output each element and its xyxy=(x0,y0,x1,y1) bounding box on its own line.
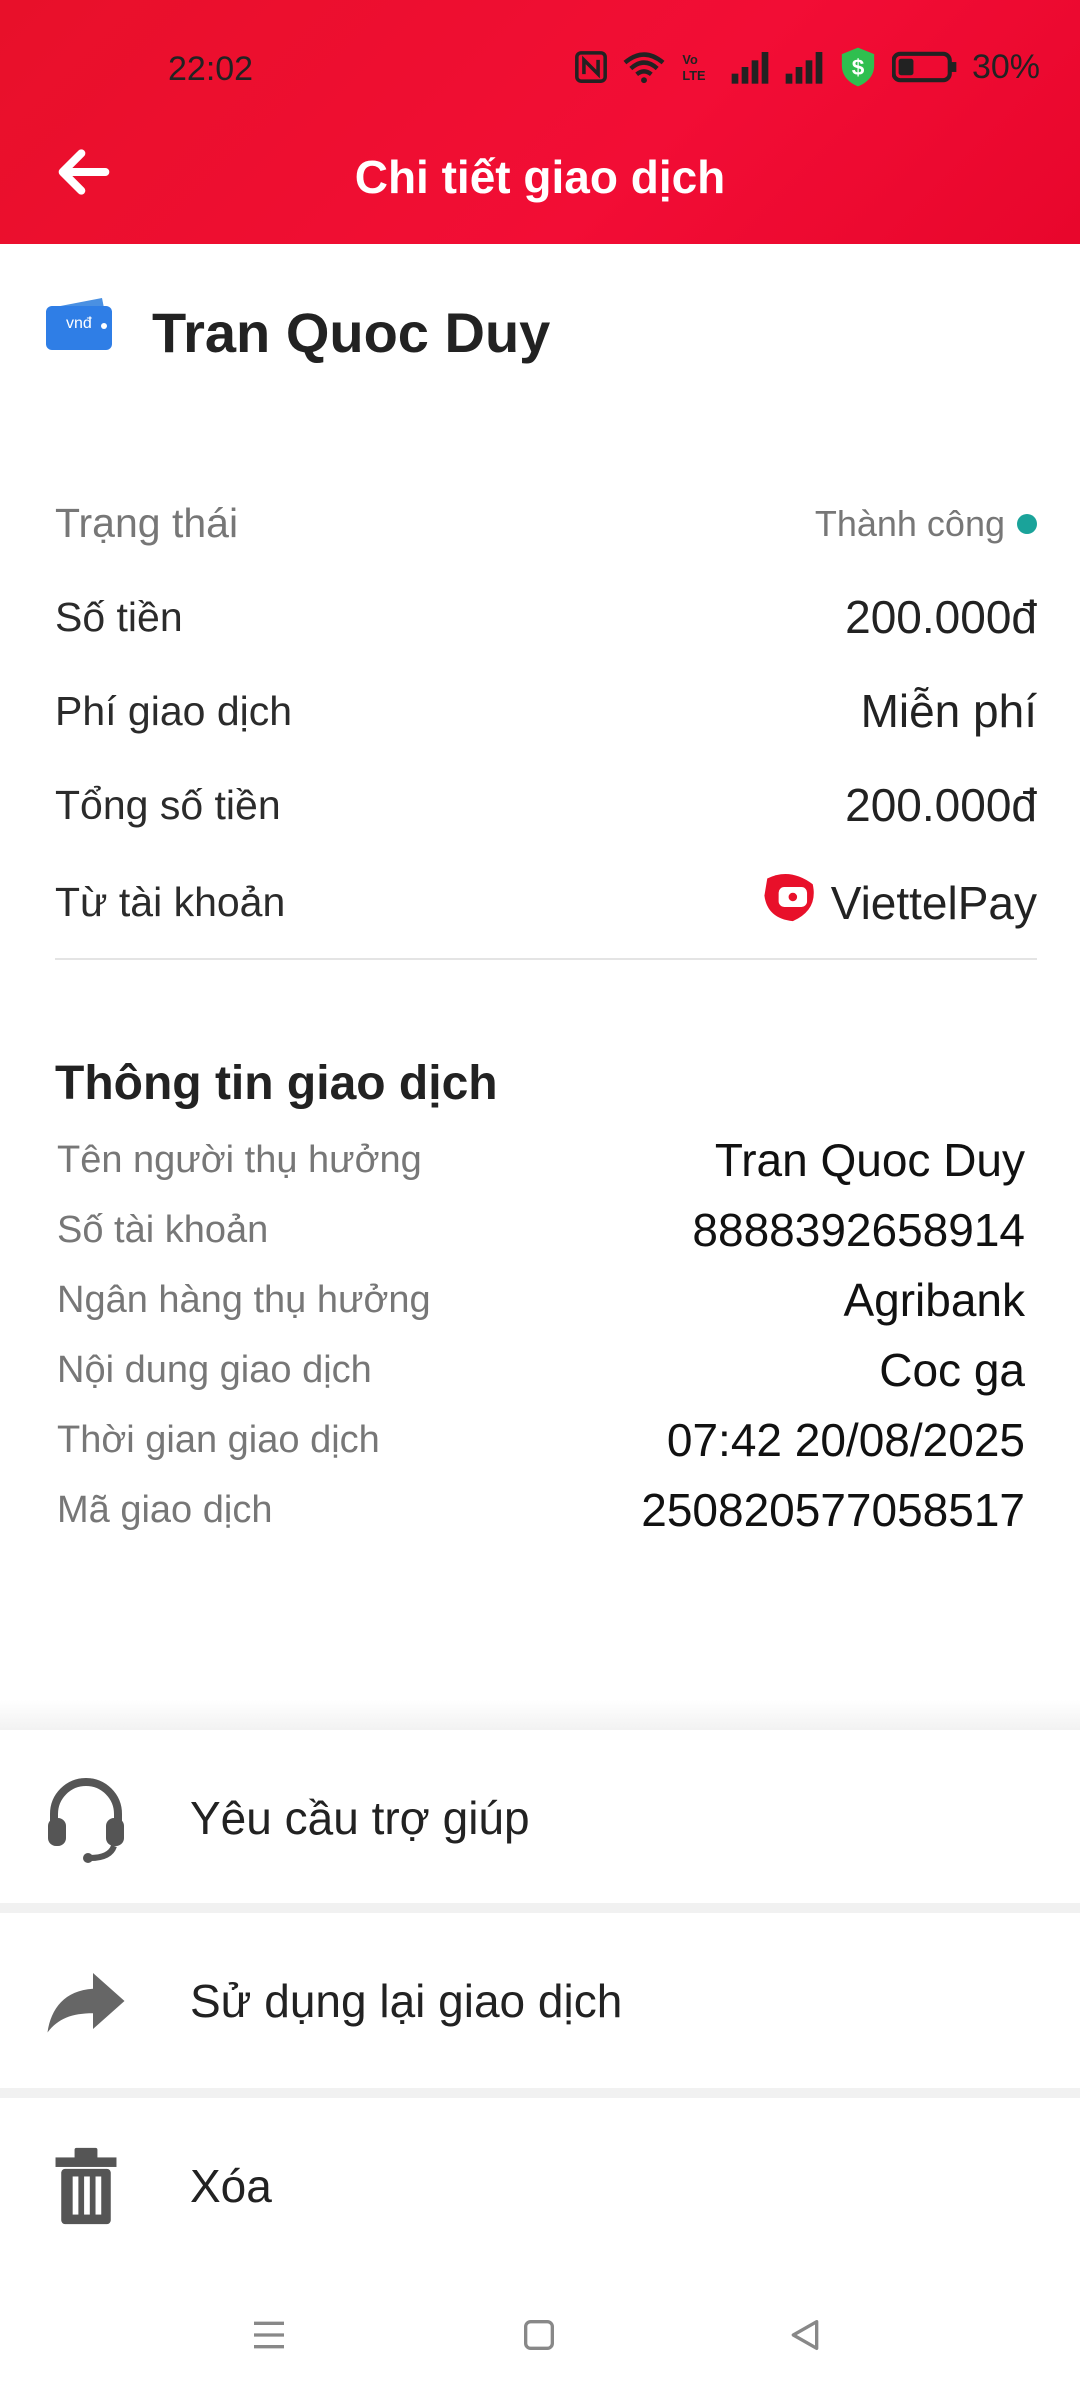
home-button[interactable] xyxy=(504,2300,574,2370)
signal-icon-1 xyxy=(730,50,770,84)
detail-value: Tran Quoc Duy xyxy=(714,1134,1025,1186)
battery-percent: 30% xyxy=(971,47,1040,86)
amount-value: 200.000đ xyxy=(845,591,1037,643)
svg-text:LTE: LTE xyxy=(682,68,705,83)
action-separator xyxy=(0,2088,1080,2098)
details-title: Thông tin giao dịch xyxy=(55,1057,498,1110)
detail-value: Agribank xyxy=(843,1274,1025,1326)
help-request-button[interactable]: Yêu cầu trợ giúp xyxy=(0,1730,1080,1905)
detail-row: Tên người thụ hưởng Tran Quoc Duy xyxy=(57,1133,1025,1187)
detail-row: Nội dung giao dịch Coc ga xyxy=(57,1343,1025,1397)
total-value: 200.000đ xyxy=(845,779,1037,831)
viettelpay-logo-icon xyxy=(761,870,819,935)
detail-label: Số tài khoản xyxy=(57,1208,269,1251)
detail-value: Coc ga xyxy=(879,1344,1025,1396)
total-row: Tổng số tiền 200.000đ xyxy=(55,778,1037,832)
from-account-name: ViettelPay xyxy=(830,876,1037,929)
page-title: Chi tiết giao dịch xyxy=(354,151,726,203)
nfc-icon xyxy=(574,50,608,84)
status-badge: Thành công xyxy=(815,503,1037,545)
app-header: 22:02 Vo LTE $ 30% Chi tiết giao dịch xyxy=(0,0,1080,244)
status-icons: Vo LTE $ 30% xyxy=(574,46,1040,88)
delete-label: Xóa xyxy=(190,2159,272,2212)
detail-label: Thời gian giao dịch xyxy=(57,1418,380,1461)
amount-row: Số tiền 200.000đ xyxy=(55,590,1037,644)
status-time: 22:02 xyxy=(168,50,254,88)
trash-icon xyxy=(36,2136,136,2236)
detail-row: Thời gian giao dịch 07:42 20/08/2025 xyxy=(57,1413,1025,1467)
square-icon xyxy=(524,2320,554,2350)
detail-label: Nội dung giao dịch xyxy=(57,1348,372,1391)
triangle-back-icon xyxy=(791,2320,819,2350)
help-request-label: Yêu cầu trợ giúp xyxy=(190,1791,530,1844)
svg-text:Vo: Vo xyxy=(682,52,698,67)
detail-row: Ngân hàng thụ hưởng Agribank xyxy=(57,1273,1025,1327)
detail-label: Tên người thụ hưởng xyxy=(57,1138,422,1181)
total-label: Tổng số tiền xyxy=(55,781,281,828)
signal-icon-2 xyxy=(784,50,824,84)
fee-row: Phí giao dịch Miễn phí xyxy=(55,684,1037,738)
fee-label: Phí giao dịch xyxy=(55,687,293,734)
reuse-transaction-label: Sử dụng lại giao dịch xyxy=(190,1974,623,2027)
wallet-icon-label: vnđ xyxy=(66,315,92,332)
delete-button[interactable]: Xóa xyxy=(0,2098,1080,2273)
from-account-label: Từ tài khoản xyxy=(55,879,286,925)
amount-label: Số tiền xyxy=(55,593,183,640)
detail-row: Mã giao dịch 250820577058517 xyxy=(57,1483,1025,1537)
wifi-icon xyxy=(622,50,666,84)
svg-text:$: $ xyxy=(852,55,865,80)
status-dot xyxy=(1017,513,1037,534)
back-nav-button[interactable] xyxy=(770,2300,840,2370)
recipient-name: Tran Quoc Duy xyxy=(152,301,551,364)
menu-icon xyxy=(254,2321,284,2349)
detail-value: 250820577058517 xyxy=(641,1484,1025,1536)
from-account-value: ViettelPay xyxy=(761,870,1037,935)
detail-label: Mã giao dịch xyxy=(57,1488,273,1531)
system-nav-bar xyxy=(0,2270,1080,2400)
recents-button[interactable] xyxy=(234,2300,304,2370)
fee-value: Miễn phí xyxy=(860,685,1037,737)
action-separator xyxy=(0,1903,1080,1913)
battery-icon xyxy=(891,50,958,84)
detail-value: 07:42 20/08/2025 xyxy=(666,1414,1025,1466)
status-label: Trạng thái xyxy=(55,500,239,546)
divider xyxy=(55,958,1037,960)
reuse-transaction-button[interactable]: Sử dụng lại giao dịch xyxy=(0,1913,1080,2088)
from-account-row: Từ tài khoản ViettelPay xyxy=(55,870,1037,935)
detail-value: 8888392658914 xyxy=(692,1204,1025,1256)
shield-dollar-icon: $ xyxy=(838,46,878,88)
detail-label: Ngân hàng thụ hưởng xyxy=(57,1278,431,1321)
status-value: Thành công xyxy=(814,502,1005,544)
detail-row: Số tài khoản 8888392658914 xyxy=(57,1203,1025,1257)
volte-icon: Vo LTE xyxy=(680,50,716,84)
wallet-icon: vnđ xyxy=(44,296,114,352)
headset-icon xyxy=(36,1768,136,1868)
share-arrow-icon xyxy=(36,1951,136,2051)
status-row: Trạng thái Thành công xyxy=(55,500,1037,547)
actions-shadow xyxy=(0,1700,1080,1730)
